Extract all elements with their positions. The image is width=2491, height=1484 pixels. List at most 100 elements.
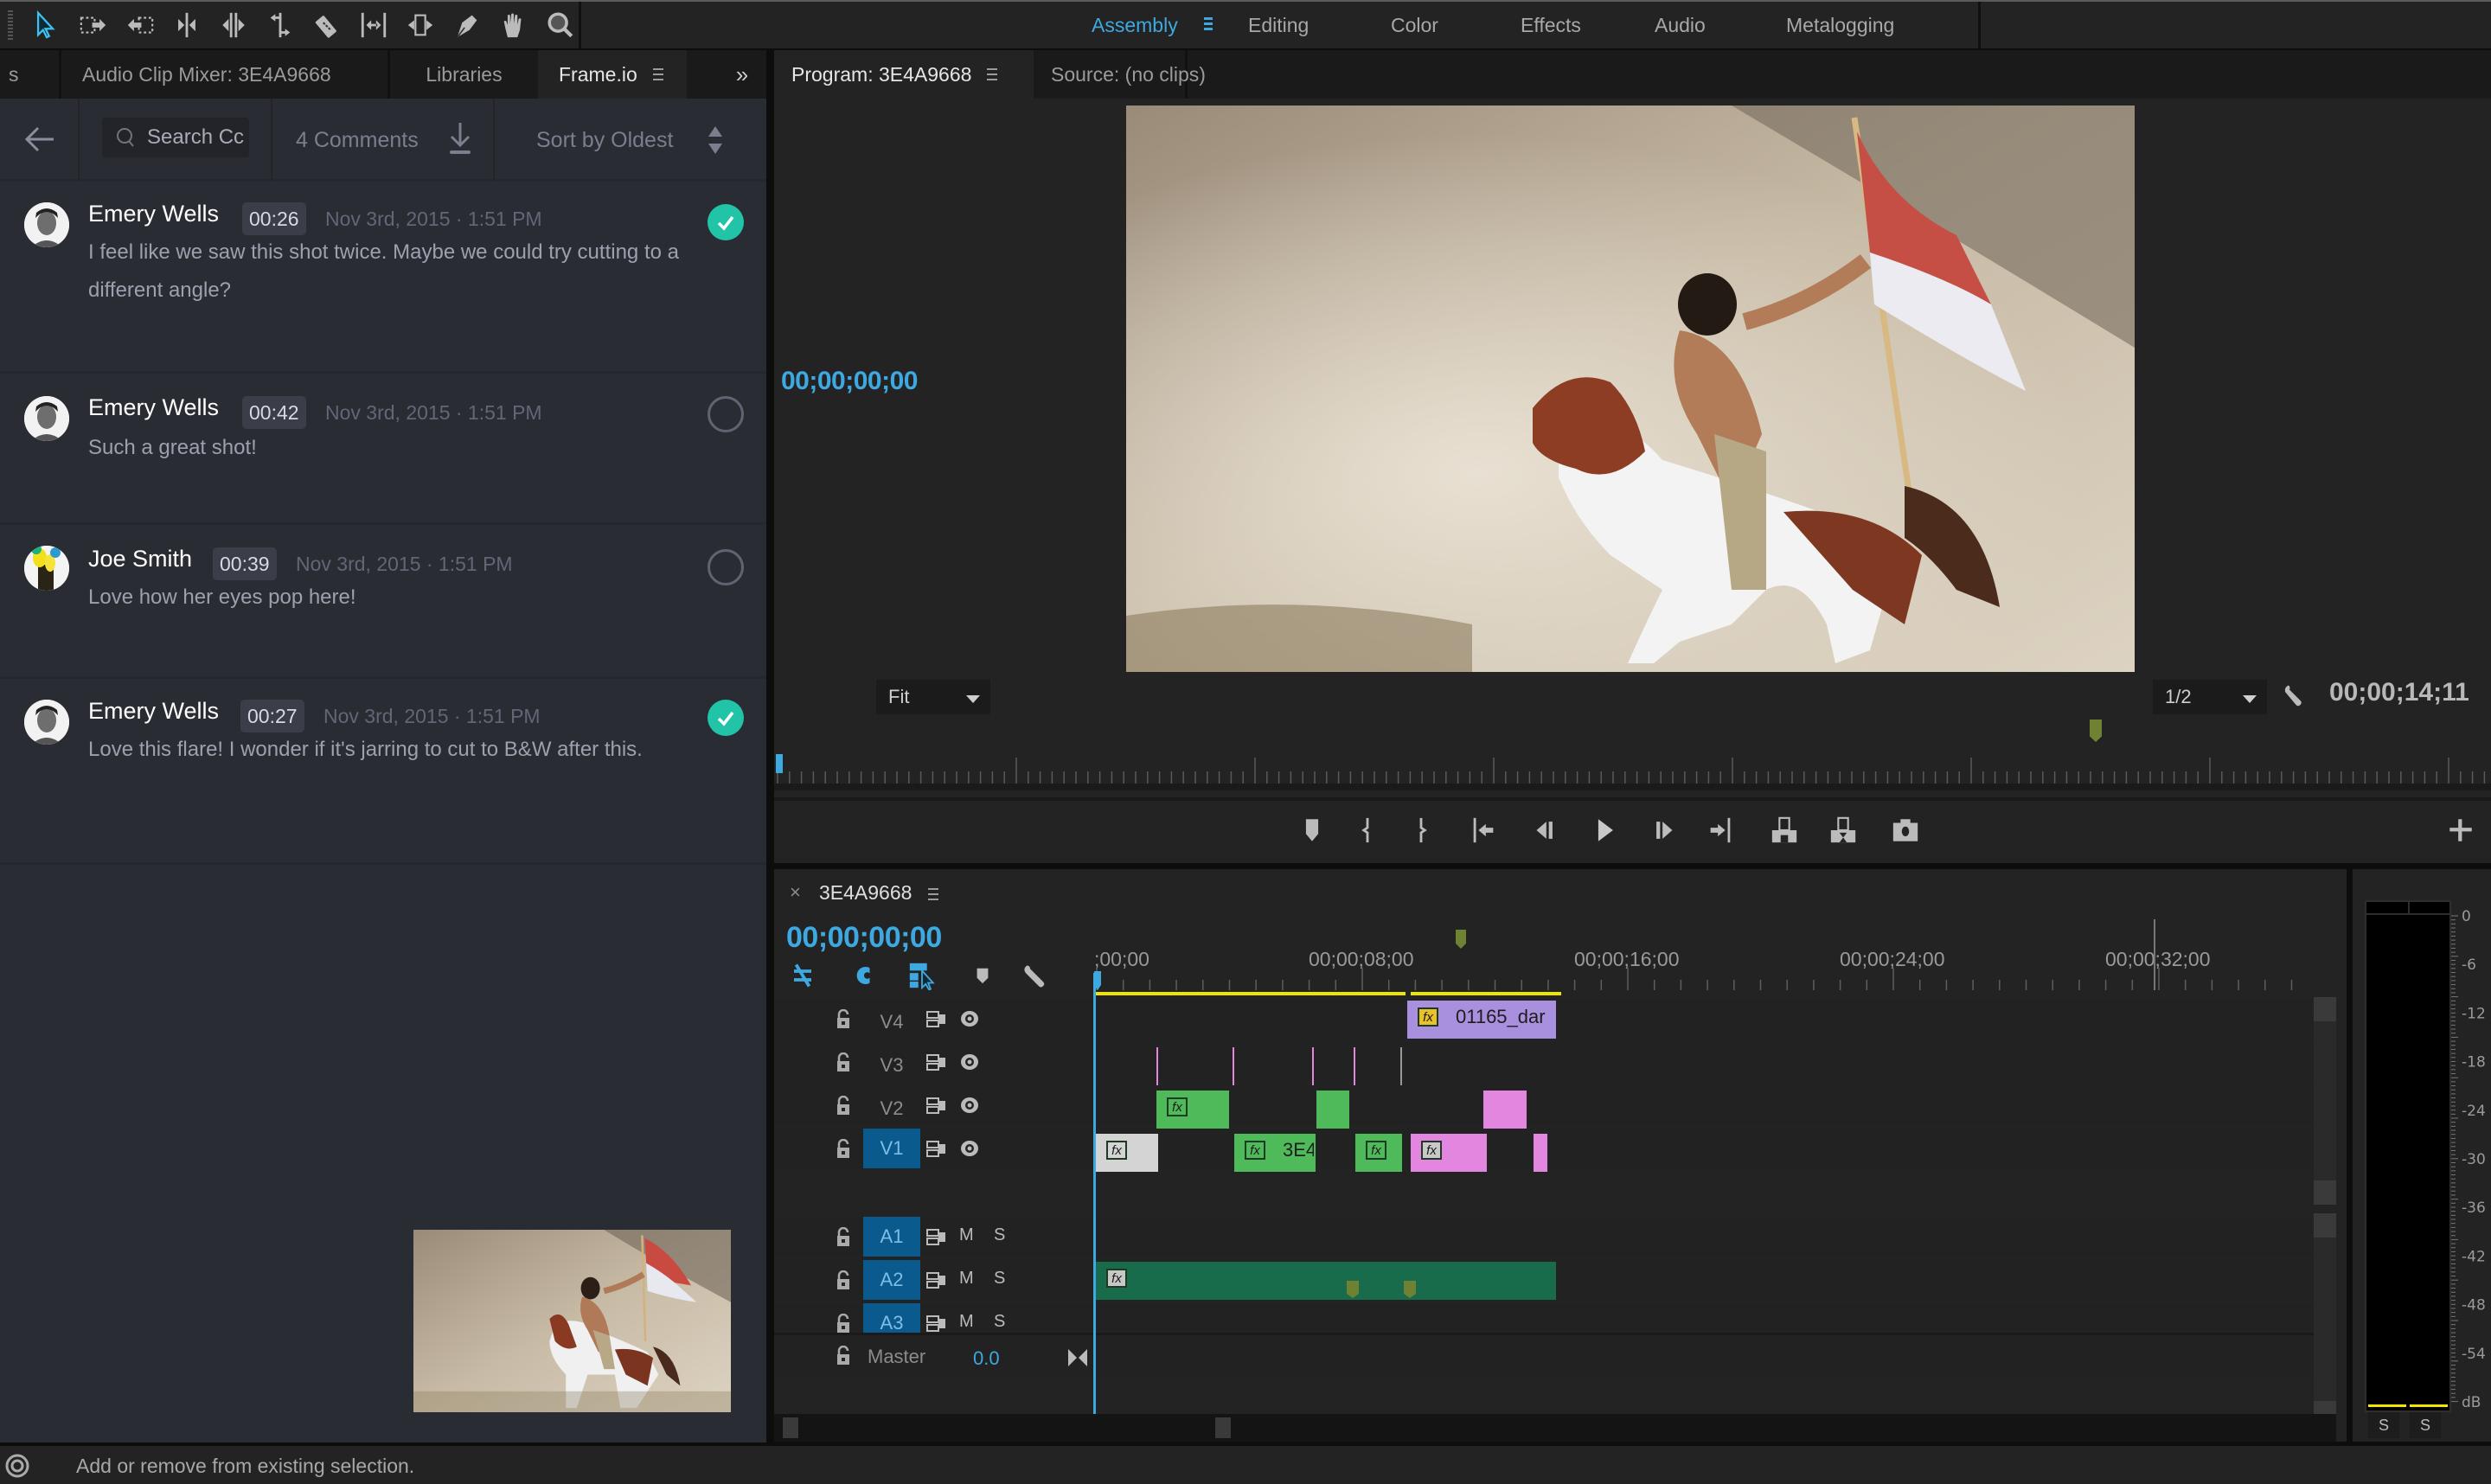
track-target-a1[interactable]: A1 bbox=[863, 1217, 920, 1257]
tab-libraries[interactable]: Libraries bbox=[387, 50, 538, 99]
sequence-marker[interactable] bbox=[2090, 720, 2102, 742]
video-thumbnail[interactable] bbox=[413, 1230, 731, 1412]
mark-in-icon[interactable] bbox=[1350, 813, 1385, 848]
sync-lock-icon[interactable] bbox=[926, 1272, 947, 1289]
razor-tool-icon[interactable] bbox=[311, 10, 343, 41]
solo-button[interactable]: S bbox=[994, 1225, 1005, 1245]
track-target-v1[interactable]: V1 bbox=[863, 1129, 920, 1168]
tab-frameio[interactable]: Frame.io bbox=[538, 50, 687, 99]
go-to-in-icon[interactable] bbox=[1466, 813, 1501, 848]
creative-cloud-icon[interactable] bbox=[3, 1453, 35, 1479]
mark-out-icon[interactable] bbox=[1404, 813, 1438, 848]
comment-item[interactable]: Joe Smith 00:39 Nov 3rd, 2015 · 1:51 PM … bbox=[0, 525, 766, 679]
go-to-end-icon[interactable] bbox=[1066, 1347, 1089, 1368]
track-target-v3[interactable]: V3 bbox=[863, 1046, 920, 1085]
complete-checkbox[interactable] bbox=[708, 396, 744, 432]
clip-green[interactable]: fx bbox=[1355, 1134, 1402, 1172]
nest-toggle-icon[interactable] bbox=[790, 963, 816, 993]
zoom-level-dropdown[interactable]: Fit bbox=[876, 680, 990, 714]
ripple-edit-tool-icon[interactable] bbox=[171, 10, 202, 41]
work-area-bar[interactable] bbox=[1411, 992, 1561, 995]
toggle-output-eye-icon[interactable] bbox=[959, 1052, 980, 1071]
extract-icon[interactable] bbox=[1826, 813, 1860, 848]
clip-audio-a2[interactable]: fx bbox=[1096, 1262, 1556, 1300]
mute-button[interactable]: M bbox=[959, 1269, 974, 1289]
clip-pink[interactable]: fx bbox=[1411, 1134, 1487, 1172]
rolling-edit-tool-icon[interactable] bbox=[218, 10, 249, 41]
wrench-settings-icon[interactable] bbox=[2281, 681, 2307, 715]
slide-tool-icon[interactable] bbox=[405, 10, 436, 41]
solo-left-button[interactable]: S bbox=[2368, 1412, 2399, 1438]
comment-timecode[interactable]: 00:39 bbox=[213, 547, 277, 580]
scrollbar-handle-right[interactable] bbox=[1215, 1417, 1231, 1438]
back-arrow-icon[interactable] bbox=[24, 125, 55, 158]
zoom-tool-icon[interactable] bbox=[545, 10, 576, 41]
timeline-time-ruler[interactable]: ;00;00 00;00;08;00 00;00;16;00 00;00;24;00 0… bbox=[1094, 918, 2305, 1000]
comment-item[interactable]: Emery Wells 00:27 Nov 3rd, 2015 · 1:51 P… bbox=[0, 679, 766, 865]
clip-pink[interactable] bbox=[1483, 1091, 1527, 1129]
scrollbar-handle-left[interactable] bbox=[783, 1417, 798, 1438]
tab-source[interactable]: Source: (no clips) bbox=[1034, 50, 1206, 99]
clip-gray[interactable]: fx bbox=[1096, 1134, 1158, 1172]
complete-checkbox[interactable] bbox=[708, 549, 744, 585]
sync-lock-icon[interactable] bbox=[926, 1054, 947, 1071]
lock-icon[interactable] bbox=[836, 1314, 850, 1333]
clip-sliver[interactable] bbox=[1156, 1047, 1158, 1085]
sync-lock-icon[interactable] bbox=[926, 1011, 947, 1028]
sequence-marker[interactable] bbox=[1456, 930, 1466, 949]
comment-timecode[interactable]: 00:26 bbox=[242, 202, 306, 235]
clip-green[interactable] bbox=[1316, 1091, 1349, 1129]
complete-checkbox[interactable] bbox=[708, 204, 744, 240]
track-select-backward-tool-icon[interactable] bbox=[125, 10, 156, 41]
workspace-tab-effects[interactable]: Effects bbox=[1521, 14, 1581, 37]
lock-icon[interactable] bbox=[836, 1009, 850, 1028]
workspace-menu-icon[interactable] bbox=[1204, 17, 1213, 31]
workspace-tab-color[interactable]: Color bbox=[1391, 14, 1438, 37]
tab-truncated[interactable]: s bbox=[0, 50, 29, 99]
master-volume-value[interactable]: 0.0 bbox=[973, 1347, 1000, 1370]
workspace-tab-metalogging[interactable]: Metalogging bbox=[1786, 14, 1894, 37]
hand-tool-icon[interactable] bbox=[498, 10, 529, 41]
close-sequence-icon[interactable]: × bbox=[790, 881, 801, 904]
work-area-bar[interactable] bbox=[1094, 992, 1406, 995]
sort-dropdown[interactable]: Sort by Oldest bbox=[536, 99, 673, 182]
mute-button[interactable]: M bbox=[959, 1312, 974, 1332]
download-icon[interactable] bbox=[448, 121, 472, 160]
clip-3e4[interactable]: fx 3E4 bbox=[1234, 1134, 1316, 1172]
tab-program[interactable]: Program: 3E4A9668 bbox=[774, 50, 1034, 99]
timeline-current-timecode[interactable]: 00;00;00;00 bbox=[786, 921, 942, 955]
export-frame-camera-icon[interactable] bbox=[1888, 813, 1923, 848]
snap-magnet-icon[interactable] bbox=[850, 963, 876, 993]
lock-icon[interactable] bbox=[836, 1346, 850, 1365]
panel-grip[interactable] bbox=[8, 10, 13, 42]
lock-icon[interactable] bbox=[836, 1270, 850, 1289]
clip-pink[interactable] bbox=[1534, 1134, 1547, 1172]
solo-button[interactable]: S bbox=[994, 1269, 1005, 1289]
track-target-a2[interactable]: A2 bbox=[863, 1260, 920, 1300]
resolution-dropdown[interactable]: 1/2 bbox=[2153, 680, 2267, 714]
workspace-tab-audio[interactable]: Audio bbox=[1655, 14, 1706, 37]
playhead[interactable] bbox=[1093, 973, 1096, 1431]
clip-sliver[interactable] bbox=[1312, 1047, 1314, 1085]
audio-tracks-scrollbar[interactable] bbox=[2314, 1213, 2336, 1425]
comment-timecode[interactable]: 00:27 bbox=[240, 700, 304, 732]
add-marker-icon[interactable] bbox=[1295, 813, 1329, 848]
program-current-timecode[interactable]: 00;00;00;00 bbox=[781, 367, 918, 396]
playhead-marker[interactable] bbox=[776, 754, 783, 773]
slip-tool-icon[interactable] bbox=[358, 10, 389, 41]
sync-lock-icon[interactable] bbox=[926, 1229, 947, 1246]
comment-item[interactable]: Emery Wells 00:26 Nov 3rd, 2015 · 1:51 P… bbox=[0, 182, 766, 374]
panel-menu-icon[interactable] bbox=[652, 68, 663, 80]
clip-sliver[interactable] bbox=[1400, 1047, 1402, 1085]
sync-lock-icon[interactable] bbox=[926, 1141, 947, 1158]
lock-icon[interactable] bbox=[836, 1139, 850, 1158]
toggle-output-eye-icon[interactable] bbox=[959, 1096, 980, 1115]
step-back-icon[interactable] bbox=[1527, 813, 1561, 848]
timeline-settings-wrench-icon[interactable] bbox=[1021, 963, 1047, 995]
lift-icon[interactable] bbox=[1767, 813, 1802, 848]
lock-icon[interactable] bbox=[836, 1227, 850, 1246]
program-time-ruler[interactable] bbox=[774, 726, 2491, 790]
tab-audio-clip-mixer[interactable]: Audio Clip Mixer: 3E4A9668 bbox=[59, 50, 387, 99]
complete-checkbox[interactable] bbox=[708, 700, 744, 736]
sync-lock-icon[interactable] bbox=[926, 1097, 947, 1115]
